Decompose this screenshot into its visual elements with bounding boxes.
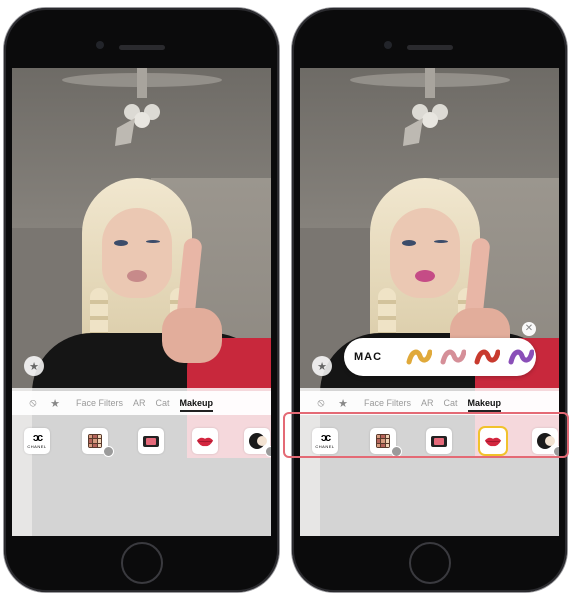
tab-makeup[interactable]: Makeup bbox=[179, 398, 213, 412]
filter-tab-bar: ⦸ ★ Face Filters AR Cat Makeup bbox=[12, 391, 271, 415]
earpiece-speaker bbox=[118, 45, 165, 50]
favorites-star-icon[interactable]: ★ bbox=[332, 397, 354, 410]
left-eye bbox=[402, 240, 416, 246]
brand-row-highlight bbox=[283, 412, 569, 458]
face bbox=[102, 208, 172, 298]
tab-ar[interactable]: AR bbox=[133, 398, 146, 408]
favorite-star-icon[interactable]: ★ bbox=[312, 356, 332, 376]
tab-cat[interactable]: Cat bbox=[156, 398, 170, 408]
tab-makeup[interactable]: Makeup bbox=[467, 398, 501, 412]
hand bbox=[162, 308, 222, 363]
home-button[interactable] bbox=[120, 542, 163, 584]
lips-with-makeup bbox=[415, 270, 435, 282]
brand-logo-mac: MAC bbox=[354, 351, 383, 363]
right-eye bbox=[434, 240, 448, 243]
brand-tile-chanel[interactable]: ↄc CHANEL bbox=[24, 428, 50, 454]
left-eye bbox=[114, 240, 128, 246]
phone-frame-right: ★ ✕ MAC ⦸ ★ Face Filters AR Cat Makeup ↄ… bbox=[292, 8, 567, 592]
camera-screen: ★ ✕ MAC ⦸ ★ Face Filters AR Cat Makeup ↄ… bbox=[300, 68, 559, 536]
tab-face-filters[interactable]: Face Filters bbox=[76, 398, 123, 408]
chanel-logo: ↄc CHANEL bbox=[27, 432, 47, 449]
brand-tile-lipstick[interactable] bbox=[192, 428, 218, 454]
compact-icon bbox=[249, 433, 267, 449]
makeup-brand-row: ↄc CHANEL bbox=[12, 428, 271, 462]
camera-preview bbox=[12, 68, 271, 536]
shade-swatch-red[interactable] bbox=[474, 348, 500, 366]
no-filter-icon[interactable]: ⦸ bbox=[22, 397, 44, 410]
ceiling-fan bbox=[349, 68, 510, 146]
shade-swatch-pink[interactable] bbox=[440, 348, 466, 366]
close-icon[interactable]: ✕ bbox=[522, 322, 536, 336]
camera-preview bbox=[300, 68, 559, 536]
more-badge-icon bbox=[265, 446, 271, 457]
phone-frame-left: ★ ⦸ ★ Face Filters AR Cat Makeup ↄc CHAN… bbox=[4, 8, 279, 592]
blush-compact-icon bbox=[143, 435, 159, 447]
tab-cat[interactable]: Cat bbox=[444, 398, 458, 408]
earpiece-speaker bbox=[406, 45, 453, 50]
no-filter-icon[interactable]: ⦸ bbox=[310, 397, 332, 410]
face bbox=[390, 208, 460, 298]
lips bbox=[127, 270, 147, 282]
lips-icon bbox=[196, 437, 214, 446]
front-camera bbox=[383, 41, 392, 49]
front-camera bbox=[95, 41, 104, 49]
home-button[interactable] bbox=[408, 542, 451, 584]
favorites-star-icon[interactable]: ★ bbox=[44, 397, 66, 410]
camera-screen: ★ ⦸ ★ Face Filters AR Cat Makeup ↄc CHAN… bbox=[12, 68, 271, 536]
eyeshadow-palette-icon bbox=[88, 434, 102, 448]
shade-picker: MAC bbox=[344, 338, 536, 376]
right-eye bbox=[146, 240, 160, 243]
tab-ar[interactable]: AR bbox=[421, 398, 434, 408]
brand-tile-blush[interactable] bbox=[138, 428, 164, 454]
brand-tile-eyeshadow[interactable] bbox=[82, 428, 114, 457]
ceiling-fan bbox=[61, 68, 222, 146]
shade-swatch-gold[interactable] bbox=[406, 348, 432, 366]
tab-face-filters[interactable]: Face Filters bbox=[364, 398, 411, 408]
shade-swatch-purple[interactable] bbox=[508, 348, 534, 366]
brand-tile-compact[interactable] bbox=[244, 428, 271, 457]
more-badge-icon bbox=[103, 446, 114, 457]
chanel-logo-label: CHANEL bbox=[27, 444, 47, 449]
favorite-star-icon[interactable]: ★ bbox=[24, 356, 44, 376]
